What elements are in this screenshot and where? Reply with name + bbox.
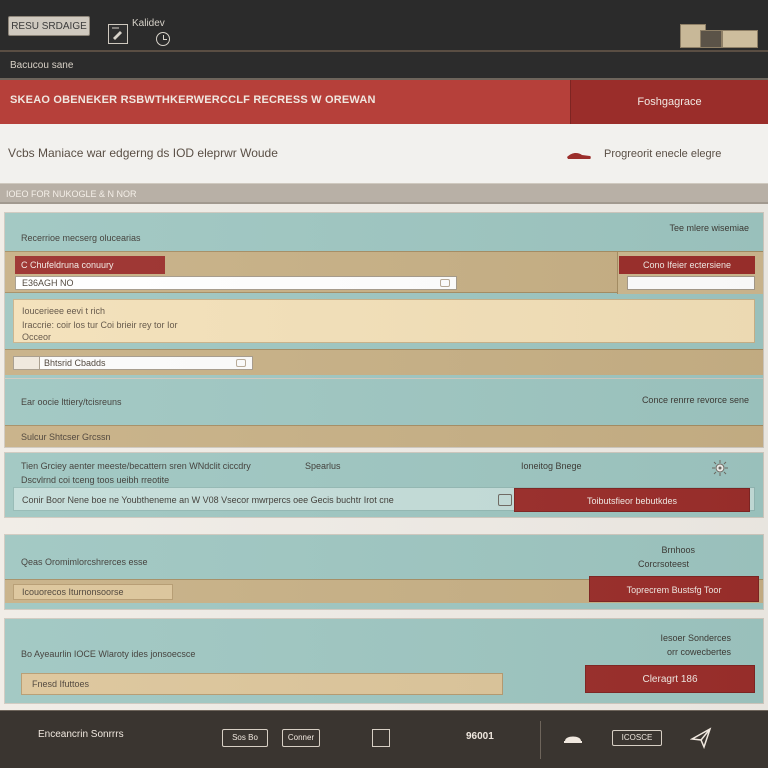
breadcrumb: Bacucou sane	[0, 52, 768, 80]
panel-4-right-label-1: Brnhoos	[661, 545, 695, 555]
subheader: Vcbs Maniace war edgerng ds IOD eleprwr …	[0, 124, 768, 184]
shoe-icon	[567, 152, 591, 159]
panel-1: Recerrioe mecserg olucearias Tee mlere w…	[4, 212, 764, 382]
panel-4: Qeas Oromimlorcshrerces esse Brnhoos Cor…	[4, 534, 764, 610]
panel-3-line-1: Tien Grciey aenter meeste/becattern sren…	[21, 461, 251, 471]
panel-1-bottom-prefix	[14, 357, 40, 369]
document-icon[interactable]	[372, 729, 390, 747]
panel-1-info-line-1: Ioucerieee eevi t rich	[22, 306, 106, 316]
section-title: IOEO FOR NUKOGLE & N NOR	[0, 184, 768, 204]
package-icon	[700, 30, 722, 48]
top-bar: RESU SRDAIGE Kalidev	[0, 0, 768, 52]
clock-icon	[156, 32, 170, 46]
panel-2-right-text: Conce renrre revorce sene	[641, 395, 749, 405]
panel-1-right-block: Cono Ifeier ectersiene	[617, 252, 763, 294]
panel-4-title: Qeas Oromimlorcshrerces esse	[21, 557, 148, 567]
panel-5-right-label-1: Iesoer Sonderces	[660, 633, 731, 643]
main-content: Recerrioe mecserg olucearias Tee mlere w…	[0, 204, 768, 710]
top-title: Kalidev	[132, 18, 165, 29]
panel-1-right-label: Tee mlere wisemiae	[669, 223, 749, 233]
panel-5: Bo Ayeaurlin IOCE Wlaroty ides jonsoecsc…	[4, 618, 764, 704]
panel-3-row: Conir Boor Nene boe ne Youbtheneme an W …	[13, 487, 755, 512]
page-title: SKEAO OBENEKER RSBWTHKERWERCCLF RECRESS …	[10, 94, 376, 106]
gear-icon[interactable]	[711, 459, 729, 477]
footer-bar: Enceancrin Sonrrrs Sos Bo Conner 96001 I…	[0, 710, 768, 768]
panel-2-bar-text: Sulcur Shtcser Grcssn	[5, 425, 763, 447]
page-description: Vcbs Maniace war edgerng ds IOD eleprwr …	[8, 146, 278, 160]
footer-count: 96001	[466, 731, 494, 742]
panel-4-right-label-2: Corcrsoteest	[637, 559, 689, 569]
panel-1-right-field[interactable]	[627, 276, 755, 290]
panel-4-button[interactable]: Toprecrem Bustsfg Toor	[589, 576, 759, 602]
panel-1-right-button[interactable]: Cono Ifeier ectersiene	[619, 256, 755, 274]
panel-1-info-line-3: Occeor	[22, 332, 52, 342]
footer-label: Enceancrin Sonrrrs	[38, 729, 124, 740]
app-window: RESU SRDAIGE Kalidev Bacucou sane SKEAO …	[0, 0, 768, 768]
package-icon	[722, 30, 758, 48]
plane-icon[interactable]	[690, 727, 712, 749]
package-icon-group	[680, 18, 758, 48]
subheader-right: Progreorit enecle elegre	[566, 145, 766, 165]
panel-1-info-box: Ioucerieee eevi t rich Iraccrie: coir lo…	[13, 299, 755, 343]
panel-4-field[interactable]: Icouorecos Iturnonsoorse	[13, 584, 173, 600]
panel-3-right-label: Ioneitog Bnege	[521, 461, 582, 471]
panel-1-red-label: C Chufeldruna conuury	[15, 256, 165, 274]
panel-2: Ear oocie lttiery/tcisreuns Conce renrre…	[4, 378, 764, 448]
panel-3-row-text: Conir Boor Nene boe ne Youbtheneme an W …	[22, 495, 394, 505]
calendar-icon[interactable]	[440, 279, 450, 287]
footer-divider	[540, 721, 541, 759]
panel-1-input[interactable]: E36AGH NO	[15, 276, 457, 290]
panel-1-controls: C Chufeldruna conuury E36AGH NO Cono Ife…	[5, 251, 763, 294]
bell-icon[interactable]	[562, 729, 584, 747]
header-action-button[interactable]: Foshgagrace	[570, 80, 768, 124]
car-icon[interactable]	[498, 494, 512, 506]
panel-1-bottom-bar: Bhtsrid Cbadds	[5, 349, 763, 375]
panel-3: Tien Grciey aenter meeste/becattern sren…	[4, 452, 764, 518]
square-pen-icon[interactable]	[108, 24, 128, 44]
panel-5-title: Bo Ayeaurlin IOCE Wlaroty ides jonsoecsc…	[21, 649, 196, 659]
header-band: SKEAO OBENEKER RSBWTHKERWERCCLF RECRESS …	[0, 80, 768, 124]
panel-2-title: Ear oocie lttiery/tcisreuns	[21, 397, 122, 407]
panel-1-info-line-2: Iraccrie: coir los tur Coi brieir rey to…	[22, 320, 178, 330]
panel-1-input-value: E36AGH NO	[22, 278, 74, 288]
footer-button-2[interactable]: Conner	[282, 729, 320, 747]
panel-1-bottom-field[interactable]: Bhtsrid Cbadds	[13, 356, 253, 370]
panel-1-label: Recerrioe mecserg olucearias	[21, 233, 141, 243]
panel-5-right-label-2: orr cowecbertes	[666, 647, 731, 657]
top-app-button[interactable]: RESU SRDAIGE	[8, 16, 90, 36]
progress-link[interactable]: Progreorit enecle elegre	[604, 148, 721, 160]
panel-1-bottom-field-text: Bhtsrid Cbadds	[44, 358, 106, 368]
footer-button-1[interactable]: Sos Bo	[222, 729, 268, 747]
panel-3-mid-label: Spearlus	[305, 461, 341, 471]
panel-4-bar: Icouorecos Iturnonsoorse Toprecrem Busts…	[5, 576, 763, 603]
panel-5-field[interactable]: Fnesd Ifuttoes	[21, 673, 503, 695]
panel-5-button[interactable]: Cleragrt 186	[585, 665, 755, 693]
panel-3-row-button[interactable]: Toibutsfieor bebutkdes	[514, 488, 750, 512]
panel-3-line-2: Dscvlrnd coi tceng toos ueibh rreotite	[21, 475, 170, 485]
calendar-icon[interactable]	[236, 359, 246, 367]
footer-button-3[interactable]: ICOSCE	[612, 730, 662, 746]
